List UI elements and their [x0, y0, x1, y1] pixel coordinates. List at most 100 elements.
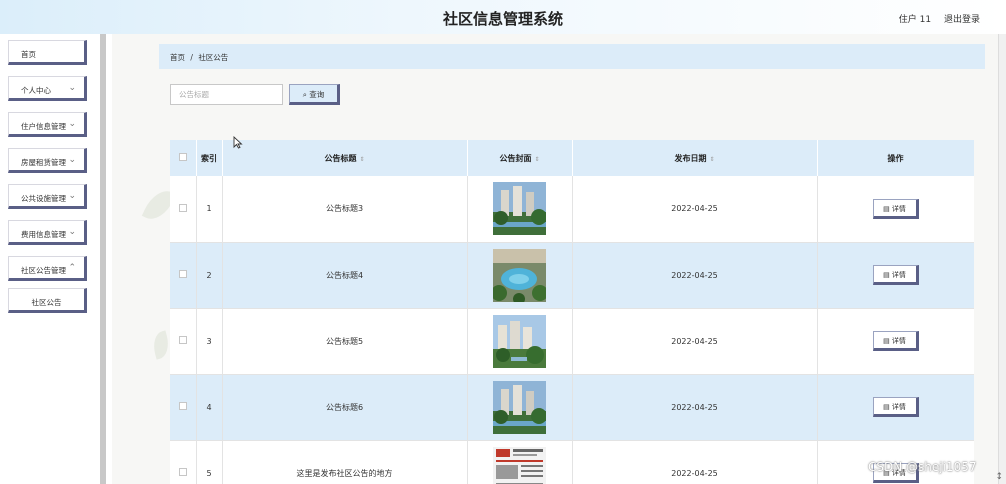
- cover-image: [493, 380, 546, 434]
- header-date[interactable]: 发布日期 ⇕: [572, 140, 818, 176]
- row-checkbox[interactable]: [170, 440, 197, 484]
- sidebar-item-label: 费用信息管理: [21, 230, 66, 239]
- detail-button-label: 详情: [891, 204, 906, 213]
- user-area: 住户 11 退出登录: [889, 12, 980, 25]
- table-row: 1 公告标题3 2022-04-25 ▤ 详情: [170, 176, 974, 243]
- sidebar-item-label: 社区公告管理: [21, 266, 66, 275]
- sort-icon: ⇕: [359, 155, 365, 163]
- search-icon: ⌕: [302, 90, 307, 99]
- sidebar-item-public-facilities[interactable]: 公共设施管理 ⌄: [8, 184, 87, 209]
- sort-icon: ⇕: [534, 155, 540, 163]
- cover-image: [493, 446, 546, 484]
- sort-icon: ⇕: [709, 155, 715, 163]
- sidebar-item-label: 首页: [21, 50, 36, 59]
- mouse-cursor-icon: [233, 135, 243, 152]
- vertical-scrollbar[interactable]: [998, 34, 1006, 484]
- detail-button[interactable]: ▤ 详情: [872, 397, 919, 417]
- table-row: 4 公告标题6 2022-04-25 ▤ 详情: [170, 374, 974, 441]
- search-input[interactable]: [170, 84, 283, 105]
- detail-button-label: 详情: [891, 337, 906, 345]
- sidebar-item-label: 社区公告: [31, 298, 62, 307]
- row-title: 公告标题5: [222, 308, 468, 375]
- row-cover: [467, 242, 573, 309]
- announcement-table: 索引 公告标题 ⇕ 公告封面 ⇕ 发布日期 ⇕ 操作 1 公告标题3 2022-…: [170, 140, 974, 484]
- breadcrumb: 首页 / 社区公告: [159, 44, 985, 69]
- row-actions: ▤ 详情: [817, 242, 974, 309]
- row-title: 这里是发布社区公告的地方: [222, 440, 468, 484]
- detail-icon: ▤: [883, 403, 890, 411]
- chevron-down-icon: ⌄: [68, 83, 76, 93]
- sidebar-item-house-rental[interactable]: 房屋租赁管理 ⌄: [8, 148, 87, 173]
- detail-button-label: 详情: [891, 403, 906, 411]
- header-actions: 操作: [817, 140, 974, 176]
- detail-button[interactable]: ▤ 详情: [872, 265, 919, 285]
- row-index: 3: [196, 308, 223, 375]
- table-header-row: 索引 公告标题 ⇕ 公告封面 ⇕ 发布日期 ⇕ 操作: [170, 140, 974, 176]
- header-cover-label: 公告封面: [499, 153, 532, 163]
- header-title[interactable]: 公告标题 ⇕: [222, 140, 468, 176]
- row-checkbox[interactable]: [170, 374, 197, 441]
- sidebar-item-label: 住户信息管理: [21, 122, 66, 131]
- row-cover: [467, 176, 573, 243]
- header-cover[interactable]: 公告封面 ⇕: [467, 140, 573, 176]
- row-checkbox[interactable]: [170, 176, 197, 243]
- row-checkbox[interactable]: [170, 308, 197, 375]
- cover-image: [493, 314, 546, 368]
- row-date: 2022-04-25: [572, 242, 818, 309]
- sidebar-item-label: 个人中心: [21, 86, 51, 95]
- sidebar-item-announcement-mgmt[interactable]: 社区公告管理 ⌃: [8, 256, 87, 281]
- cover-image: [493, 248, 546, 302]
- detail-button[interactable]: ▤ 详情: [872, 331, 919, 351]
- search-button[interactable]: ⌕ 查询: [289, 84, 340, 105]
- row-actions: ▤ 详情: [817, 308, 974, 375]
- breadcrumb-separator: /: [190, 53, 193, 62]
- cover-image: [493, 182, 546, 236]
- username-label[interactable]: 住户 11: [899, 15, 931, 25]
- row-checkbox[interactable]: [170, 242, 197, 309]
- chevron-down-icon: ⌄: [68, 227, 76, 237]
- sidebar-item-label: 公共设施管理: [21, 194, 66, 203]
- row-cover: [467, 308, 573, 375]
- row-date: 2022-04-25: [572, 176, 818, 243]
- sidebar-item-label: 房屋租赁管理: [21, 158, 66, 167]
- select-all-checkbox[interactable]: [170, 140, 197, 176]
- resize-handle-icon: ↕: [995, 472, 1003, 482]
- row-index: 2: [196, 242, 223, 309]
- row-index: 4: [196, 374, 223, 441]
- header: 社区信息管理系统 住户 11 退出登录: [0, 0, 1006, 34]
- sidebar-item-profile[interactable]: 个人中心 ⌄: [8, 76, 87, 101]
- row-title: 公告标题4: [222, 242, 468, 309]
- row-date: 2022-04-25: [572, 440, 818, 484]
- table-row: 3 公告标题5 2022-04-25 ▤ 详情: [170, 308, 974, 375]
- row-actions: ▤ 详情: [817, 176, 974, 243]
- search-button-label: 查询: [309, 90, 325, 99]
- table-row: 2 公告标题4 2022-04-25 ▤ 详情: [170, 242, 974, 309]
- header-index: 索引: [196, 140, 223, 176]
- row-title: 公告标题3: [222, 176, 468, 243]
- row-index: 5: [196, 440, 223, 484]
- sidebar-item-fee-info[interactable]: 费用信息管理 ⌄: [8, 220, 87, 245]
- detail-button[interactable]: ▤ 详情: [872, 198, 919, 219]
- row-actions: ▤ 详情: [817, 374, 974, 441]
- row-cover: [467, 440, 573, 484]
- logout-link[interactable]: 退出登录: [944, 15, 980, 25]
- row-date: 2022-04-25: [572, 374, 818, 441]
- row-date: 2022-04-25: [572, 308, 818, 375]
- breadcrumb-home[interactable]: 首页: [170, 53, 185, 62]
- sidebar-item-home[interactable]: 首页: [8, 40, 87, 65]
- header-date-label: 发布日期: [674, 153, 707, 163]
- detail-icon: ▤: [883, 337, 890, 345]
- row-index: 1: [196, 176, 223, 243]
- row-title: 公告标题6: [222, 374, 468, 441]
- chevron-down-icon: ⌄: [68, 119, 76, 129]
- sidebar: 首页 个人中心 ⌄ 住户信息管理 ⌄ 房屋租赁管理 ⌄ 公共设施管理 ⌄ 费用信…: [0, 34, 106, 484]
- chevron-down-icon: ⌄: [68, 191, 76, 201]
- chevron-up-icon: ⌃: [68, 263, 76, 273]
- detail-icon: ▤: [883, 271, 890, 279]
- detail-button-label: 详情: [891, 271, 906, 279]
- detail-icon: ▤: [883, 204, 890, 213]
- chevron-down-icon: ⌄: [68, 155, 76, 165]
- sidebar-item-resident-info[interactable]: 住户信息管理 ⌄: [8, 112, 87, 137]
- row-cover: [467, 374, 573, 441]
- sidebar-subitem-announcements[interactable]: 社区公告: [8, 288, 87, 313]
